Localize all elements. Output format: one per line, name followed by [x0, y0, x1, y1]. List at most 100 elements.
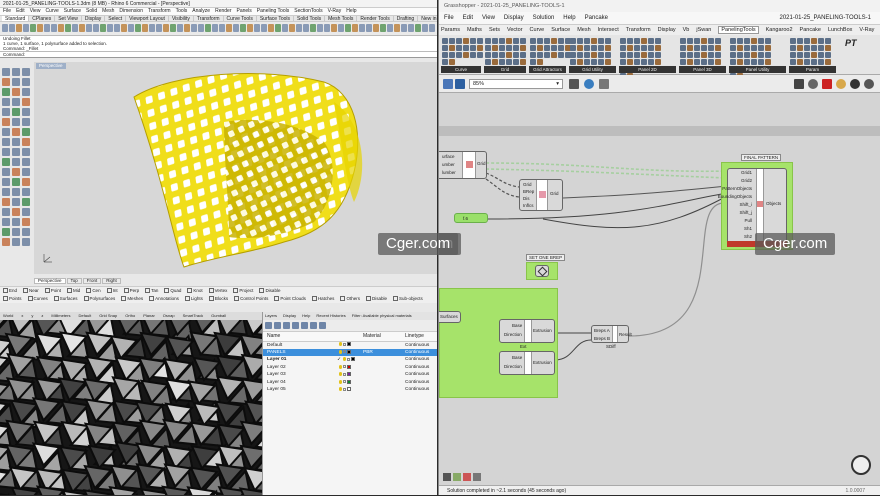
component-icon[interactable]	[485, 52, 491, 58]
component-icon[interactable]	[627, 59, 633, 65]
component-icon[interactable]	[708, 38, 714, 44]
status-item[interactable]: World	[3, 313, 13, 318]
component-icon[interactable]	[648, 59, 654, 65]
tool-icon[interactable]	[12, 118, 20, 126]
toolbar-command-icon[interactable]	[422, 24, 428, 32]
tool-icon[interactable]	[12, 148, 20, 156]
gh-menu-6[interactable]: Pancake	[585, 15, 608, 21]
osnap-option[interactable]: Mid	[67, 288, 80, 293]
tool-icon[interactable]	[22, 118, 30, 126]
zoom-dropdown[interactable]: 85%▾	[469, 79, 563, 89]
toolbar-command-icon[interactable]	[317, 24, 323, 32]
layer-row[interactable]: Layer 04Continuous	[263, 379, 437, 387]
component-icon[interactable]	[620, 52, 626, 58]
gh-tab-3[interactable]: Vector	[507, 27, 523, 33]
component-icon[interactable]	[701, 59, 707, 65]
light-bulb-icon[interactable]	[339, 372, 342, 376]
toolbar-command-icon[interactable]	[79, 24, 85, 32]
component-icon[interactable]	[737, 59, 743, 65]
component-icon[interactable]	[477, 38, 483, 44]
toolbar-command-icon[interactable]	[163, 24, 169, 32]
status-item[interactable]: SmartTrack	[183, 313, 204, 318]
tool-icon[interactable]	[22, 88, 30, 96]
osnap-option[interactable]: Knot	[187, 288, 202, 293]
component-icon[interactable]	[537, 45, 543, 51]
rhino-menu-12[interactable]: Panels	[237, 8, 252, 14]
toolbar-command-icon[interactable]	[170, 24, 176, 32]
rhino-menu-2[interactable]: View	[30, 8, 41, 14]
tool-icon[interactable]	[12, 208, 20, 216]
component-icon[interactable]	[605, 38, 611, 44]
toolbar-command-icon[interactable]	[149, 24, 155, 32]
component-icon[interactable]	[620, 38, 626, 44]
layer-linetype[interactable]: Continuous	[401, 356, 437, 364]
ribbon-group-label[interactable]: Grid Utility	[569, 66, 616, 73]
toolbar-command-icon[interactable]	[2, 24, 8, 32]
component-icon[interactable]	[470, 38, 476, 44]
layer-linetype[interactable]: Continuous	[401, 341, 437, 349]
lock-icon[interactable]	[343, 380, 346, 383]
component-icon[interactable]	[765, 38, 771, 44]
layer-row[interactable]: PANELSPBRContinuous	[263, 349, 437, 357]
layer-name[interactable]: Layer 03	[263, 371, 333, 379]
component-icon[interactable]	[708, 52, 714, 58]
component-icon[interactable]	[442, 45, 448, 51]
ribbon-group-label[interactable]: Panel 3D	[679, 66, 726, 73]
perspective-viewport[interactable]: Perspective	[34, 62, 437, 274]
component-icon[interactable]	[499, 38, 505, 44]
component-icon[interactable]	[737, 45, 743, 51]
component-icon[interactable]	[463, 52, 469, 58]
viewport-tab-1[interactable]: Top	[67, 278, 82, 284]
layer-color-swatch[interactable]	[347, 342, 351, 346]
tool-icon[interactable]	[22, 158, 30, 166]
component-icon[interactable]	[513, 59, 519, 65]
component-icon[interactable]	[701, 45, 707, 51]
component-icon[interactable]	[790, 59, 796, 65]
ribbon-group-label[interactable]: Param	[789, 66, 836, 73]
component-icon[interactable]	[634, 38, 640, 44]
component-icon[interactable]	[751, 59, 757, 65]
rhino-menu-13[interactable]: Paneling Tools	[257, 8, 289, 14]
gh-tab-4[interactable]: Curve	[530, 27, 545, 33]
boolean-difference-component[interactable]: Breps A Breps B Result SDiff	[591, 325, 629, 343]
rhino-menu-10[interactable]: Analyze	[192, 8, 210, 14]
toolbar-command-icon[interactable]	[205, 24, 211, 32]
lock-icon[interactable]	[343, 373, 346, 376]
component-icon[interactable]	[584, 45, 590, 51]
gh-tab-9[interactable]: Display	[658, 27, 676, 33]
toolbar-command-icon[interactable]	[156, 24, 162, 32]
component-icon[interactable]	[744, 45, 750, 51]
toolbar-command-icon[interactable]	[184, 24, 190, 32]
component-icon[interactable]	[790, 38, 796, 44]
component-icon[interactable]	[558, 52, 564, 58]
component-icon[interactable]	[737, 52, 743, 58]
layers-tab[interactable]: Recent Histories	[316, 313, 345, 318]
layer-linetype[interactable]: Continuous	[401, 371, 437, 379]
layer-color-swatch[interactable]	[347, 372, 351, 376]
osnap-option[interactable]: Vertex	[209, 288, 228, 293]
tool-icon[interactable]	[22, 168, 30, 176]
select-filter-option[interactable]: Hatches	[312, 296, 335, 301]
tool-icon[interactable]	[2, 178, 10, 186]
lock-icon[interactable]	[343, 365, 346, 368]
component-icon[interactable]	[701, 52, 707, 58]
osnap-option[interactable]: End	[3, 288, 17, 293]
component-icon[interactable]	[758, 59, 764, 65]
layer-color-swatch[interactable]	[347, 365, 351, 369]
toolbar-command-icon[interactable]	[51, 24, 57, 32]
toolbar-command-icon[interactable]	[233, 24, 239, 32]
component-icon[interactable]	[485, 59, 491, 65]
component-icon[interactable]	[537, 52, 543, 58]
layer-current-check[interactable]: ✓	[337, 357, 341, 362]
osnap-option[interactable]: Near	[23, 288, 39, 293]
component-icon[interactable]	[544, 45, 550, 51]
component-icon[interactable]	[655, 59, 661, 65]
toolbar-command-icon[interactable]	[324, 24, 330, 32]
gh-tab-12[interactable]: PanelingTools	[718, 26, 758, 34]
select-filter-option[interactable]: Lights	[185, 296, 203, 301]
component-icon[interactable]	[513, 38, 519, 44]
select-filter-option[interactable]: Blocks	[209, 296, 228, 301]
delete-layer-icon[interactable]	[283, 322, 290, 329]
status-item[interactable]: Planar	[143, 313, 155, 318]
tool-icon[interactable]	[12, 128, 20, 136]
